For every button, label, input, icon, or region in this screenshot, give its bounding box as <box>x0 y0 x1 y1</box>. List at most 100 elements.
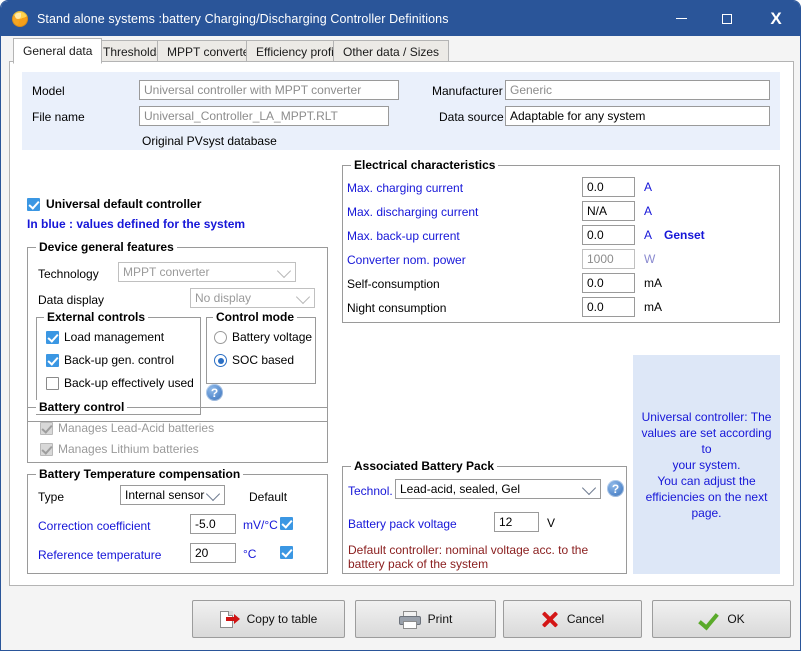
self-consumption-field[interactable]: 0.0 <box>582 273 635 293</box>
battery-voltage-radio[interactable] <box>214 331 227 344</box>
universal-default-controller-checkbox[interactable] <box>27 198 40 211</box>
chevron-down-icon <box>295 289 311 305</box>
info-line-6: page. <box>691 505 722 520</box>
data-display-label: Data display <box>38 293 105 307</box>
control-mode-title: Control mode <box>213 310 297 324</box>
chevron-down-icon <box>581 480 597 496</box>
converter-nom-power-label: Converter nom. power <box>347 253 466 267</box>
technology-value: MPPT converter <box>123 265 210 279</box>
manufacturer-field[interactable]: Generic <box>505 80 770 100</box>
max-discharging-current-label: Max. discharging current <box>347 205 479 219</box>
battery-pack-help-icon[interactable]: ? <box>607 480 624 497</box>
control-mode-help-icon[interactable]: ? <box>206 384 223 401</box>
backup-gen-control-checkbox[interactable] <box>46 354 59 367</box>
battery-technol-label: Technol. <box>348 484 393 498</box>
check-icon <box>698 611 718 628</box>
blue-legend-text: In blue : values defined for the system <box>27 217 246 231</box>
data-source-field[interactable]: Adaptable for any system <box>505 106 770 126</box>
backup-gen-control-label: Back-up gen. control <box>64 353 175 367</box>
copy-to-table-button[interactable]: Copy to table <box>192 600 345 638</box>
battery-pack-note-line-2: battery pack of the system <box>348 557 489 571</box>
info-panel-text: Universal controller: The values are set… <box>639 409 774 521</box>
window-controls: X <box>658 1 800 36</box>
tab-general-data[interactable]: General data <box>13 38 103 64</box>
copy-to-table-label: Copy to table <box>246 612 318 626</box>
cancel-button[interactable]: Cancel <box>503 600 642 638</box>
reference-temperature-label: Reference temperature <box>38 548 162 562</box>
temp-type-dropdown[interactable]: Internal sensor <box>120 485 225 505</box>
manages-lithium-checkbox <box>40 443 53 456</box>
maximize-icon <box>722 13 732 24</box>
close-x-icon <box>541 611 558 628</box>
max-charging-current-unit: A <box>644 180 653 194</box>
window-title: Stand alone systems :battery Charging/Di… <box>37 11 449 26</box>
file-name-field[interactable]: Universal_Controller_LA_MPPT.RLT <box>139 106 389 126</box>
title-bar: Stand alone systems :battery Charging/Di… <box>1 1 800 36</box>
battery-technol-value: Lead-acid, sealed, Gel <box>400 482 521 496</box>
info-line-4: You can adjust the <box>657 473 756 488</box>
max-discharging-current-field[interactable]: N/A <box>582 201 635 221</box>
converter-nom-power-unit: W <box>644 252 656 266</box>
data-display-dropdown[interactable]: No display <box>190 288 315 308</box>
ok-label: OK <box>727 612 745 626</box>
converter-nom-power-field[interactable]: 1000 <box>582 249 635 269</box>
temp-default-column-label: Default <box>249 490 288 504</box>
reference-temperature-unit: °C <box>243 547 257 561</box>
max-backup-current-field[interactable]: 0.0 <box>582 225 635 245</box>
chevron-down-icon <box>205 486 221 502</box>
external-controls-title: External controls <box>44 310 149 324</box>
info-line-5: efficiencies on the next <box>645 489 768 504</box>
reference-temperature-field[interactable]: 20 <box>190 543 236 563</box>
load-management-checkbox[interactable] <box>46 331 59 344</box>
soc-based-radio[interactable] <box>214 354 227 367</box>
battery-technol-dropdown[interactable]: Lead-acid, sealed, Gel <box>395 479 601 499</box>
night-consumption-field[interactable]: 0.0 <box>582 297 635 317</box>
data-source-label: Data source <box>439 110 504 124</box>
tab-bar: General data Thresholds MPPT converter E… <box>1 36 800 64</box>
electrical-characteristics-title: Electrical characteristics <box>351 158 499 172</box>
minimize-button[interactable] <box>658 1 704 36</box>
database-note: Original PVsyst database <box>142 134 277 148</box>
max-charging-current-field[interactable]: 0.0 <box>582 177 635 197</box>
manages-lead-acid-label: Manages Lead-Acid batteries <box>58 421 215 435</box>
info-line-1: Universal controller: The <box>641 409 772 424</box>
model-field[interactable]: Universal controller with MPPT converter <box>139 80 399 100</box>
info-panel: Universal controller: The values are set… <box>633 355 780 574</box>
info-line-3: your system. <box>672 457 741 472</box>
dialog-button-bar: Copy to table Print Cancel OK <box>1 586 800 650</box>
print-button[interactable]: Print <box>355 600 496 638</box>
self-consumption-unit: mA <box>644 276 662 290</box>
technology-dropdown[interactable]: MPPT converter <box>118 262 296 282</box>
backup-effectively-used-label: Back-up effectively used <box>64 376 194 390</box>
correction-coefficient-field[interactable]: -5.0 <box>190 514 236 534</box>
manufacturer-label: Manufacturer <box>432 84 503 98</box>
battery-pack-voltage-field[interactable]: 12 <box>494 512 539 532</box>
ok-button[interactable]: OK <box>652 600 791 638</box>
cancel-label: Cancel <box>566 612 605 626</box>
minimize-icon <box>675 18 687 19</box>
battery-control-title: Battery control <box>36 400 128 414</box>
info-line-2: values are set according to <box>641 425 772 456</box>
night-consumption-unit: mA <box>644 300 662 314</box>
reference-temperature-default-checkbox[interactable] <box>280 546 293 559</box>
load-management-label: Load management <box>64 330 165 344</box>
print-label: Print <box>427 612 453 626</box>
universal-default-controller-label: Universal default controller <box>46 197 202 211</box>
self-consumption-label: Self-consumption <box>347 277 440 291</box>
soc-based-label: SOC based <box>232 353 295 367</box>
dialog-window: Stand alone systems :battery Charging/Di… <box>0 0 801 651</box>
battery-pack-voltage-label: Battery pack voltage <box>348 517 457 531</box>
manages-lead-acid-checkbox <box>40 422 53 435</box>
maximize-button[interactable] <box>704 1 750 36</box>
close-button[interactable]: X <box>750 1 800 36</box>
battery-voltage-label: Battery voltage <box>232 330 313 344</box>
manages-lithium-label: Manages Lithium batteries <box>58 442 199 456</box>
correction-coefficient-unit: mV/°C <box>243 518 278 532</box>
max-backup-current-unit: A <box>644 228 653 242</box>
tab-other-data-sizes[interactable]: Other data / Sizes <box>333 40 450 63</box>
model-label: Model <box>32 84 65 98</box>
copy-to-table-icon <box>219 611 240 628</box>
pvsyst-logo-icon <box>12 10 28 27</box>
correction-coefficient-default-checkbox[interactable] <box>280 517 293 530</box>
backup-effectively-used-checkbox[interactable] <box>46 377 59 390</box>
